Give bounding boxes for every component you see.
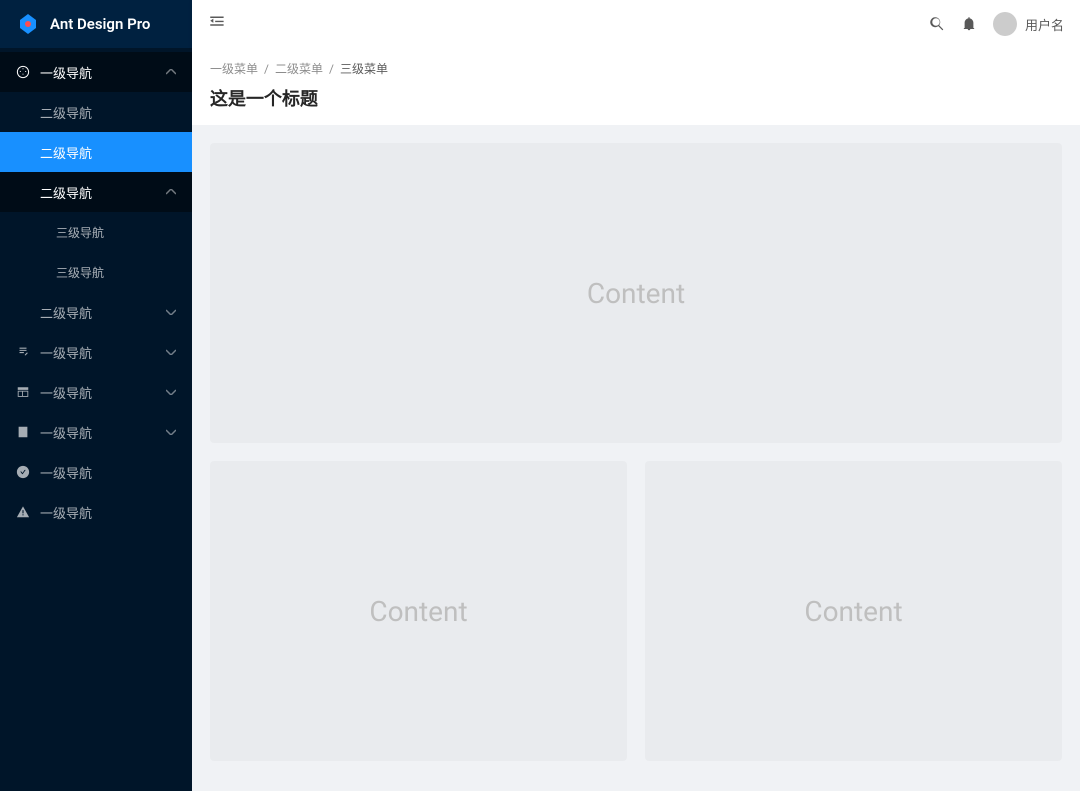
nav-subitem-label: 二级导航 (40, 143, 92, 162)
nav-subsubitem-1-3-2[interactable]: 三级导航 (0, 252, 192, 292)
nav-item-5[interactable]: 一级导航 (0, 452, 192, 492)
page-title: 这是一个标题 (210, 85, 1062, 111)
form-icon (16, 345, 30, 359)
content-card-1: Content (210, 143, 1062, 443)
nav-subitem-label: 二级导航 (40, 103, 92, 122)
nav-item-1[interactable]: 一级导航 (0, 52, 192, 92)
content-card-2: Content (210, 461, 627, 761)
chevron-down-icon (166, 387, 176, 398)
page-header: 一级菜单 / 二级菜单 / 三级菜单 这是一个标题 (192, 48, 1080, 125)
nav-item-label: 一级导航 (40, 503, 92, 522)
avatar (993, 12, 1017, 36)
nav-item-label: 一级导航 (40, 383, 92, 402)
content-placeholder: Content (369, 595, 467, 628)
chevron-down-icon (166, 427, 176, 438)
nav-subsubitem-label: 三级导航 (56, 264, 104, 281)
nav-subitem-1-3[interactable]: 二级导航 (0, 172, 192, 212)
nav-subitem-label: 二级导航 (40, 303, 92, 322)
breadcrumb: 一级菜单 / 二级菜单 / 三级菜单 (210, 60, 1062, 77)
sidebar: Ant Design Pro 一级导航 二级导航 二级导航 (0, 0, 192, 791)
brand-name: Ant Design Pro (50, 15, 150, 33)
warning-icon (16, 505, 30, 519)
logo-icon (16, 12, 40, 36)
chevron-up-icon (166, 187, 176, 198)
search-icon[interactable] (929, 16, 945, 32)
nav-subitem-1-4[interactable]: 二级导航 (0, 292, 192, 332)
nav-item-label: 一级导航 (40, 423, 92, 442)
nav-subsubitem-1-3-1[interactable]: 三级导航 (0, 212, 192, 252)
nav-item-6[interactable]: 一级导航 (0, 492, 192, 532)
nav-subsubitem-label: 三级导航 (56, 224, 104, 241)
check-circle-icon (16, 465, 30, 479)
nav-item-4[interactable]: 一级导航 (0, 412, 192, 452)
nav-subitem-1-1[interactable]: 二级导航 (0, 92, 192, 132)
content-placeholder: Content (587, 277, 685, 310)
header: 用户名 (192, 0, 1080, 48)
nav-item-2[interactable]: 一级导航 (0, 332, 192, 372)
dashboard-icon (16, 65, 30, 79)
bell-icon[interactable] (961, 16, 977, 32)
nav-subitem-1-2[interactable]: 二级导航 (0, 132, 192, 172)
sidebar-menu: 一级导航 二级导航 二级导航 二级导航 (0, 48, 192, 791)
table-icon (16, 385, 30, 399)
content-card-3: Content (645, 461, 1062, 761)
nav-item-label: 一级导航 (40, 463, 92, 482)
user-menu[interactable]: 用户名 (993, 12, 1064, 36)
nav-subitem-label: 二级导航 (40, 183, 92, 202)
logo[interactable]: Ant Design Pro (0, 0, 192, 48)
breadcrumb-item-3: 三级菜单 (340, 60, 388, 77)
nav-item-label: 一级导航 (40, 343, 92, 362)
breadcrumb-separator: / (264, 62, 269, 76)
username: 用户名 (1025, 15, 1064, 34)
nav-item-label: 一级导航 (40, 63, 92, 82)
breadcrumb-item-1[interactable]: 一级菜单 (210, 60, 258, 77)
content-placeholder: Content (804, 595, 902, 628)
breadcrumb-item-2[interactable]: 二级菜单 (275, 60, 323, 77)
nav-item-3[interactable]: 一级导航 (0, 372, 192, 412)
profile-icon (16, 425, 30, 439)
content-area: Content Content Content (192, 125, 1080, 791)
chevron-down-icon (166, 307, 176, 318)
chevron-up-icon (166, 67, 176, 78)
breadcrumb-separator: / (329, 62, 334, 76)
chevron-down-icon (166, 347, 176, 358)
main: 用户名 一级菜单 / 二级菜单 / 三级菜单 这是一个标题 Content Co… (192, 0, 1080, 791)
menu-fold-icon[interactable] (208, 13, 226, 36)
